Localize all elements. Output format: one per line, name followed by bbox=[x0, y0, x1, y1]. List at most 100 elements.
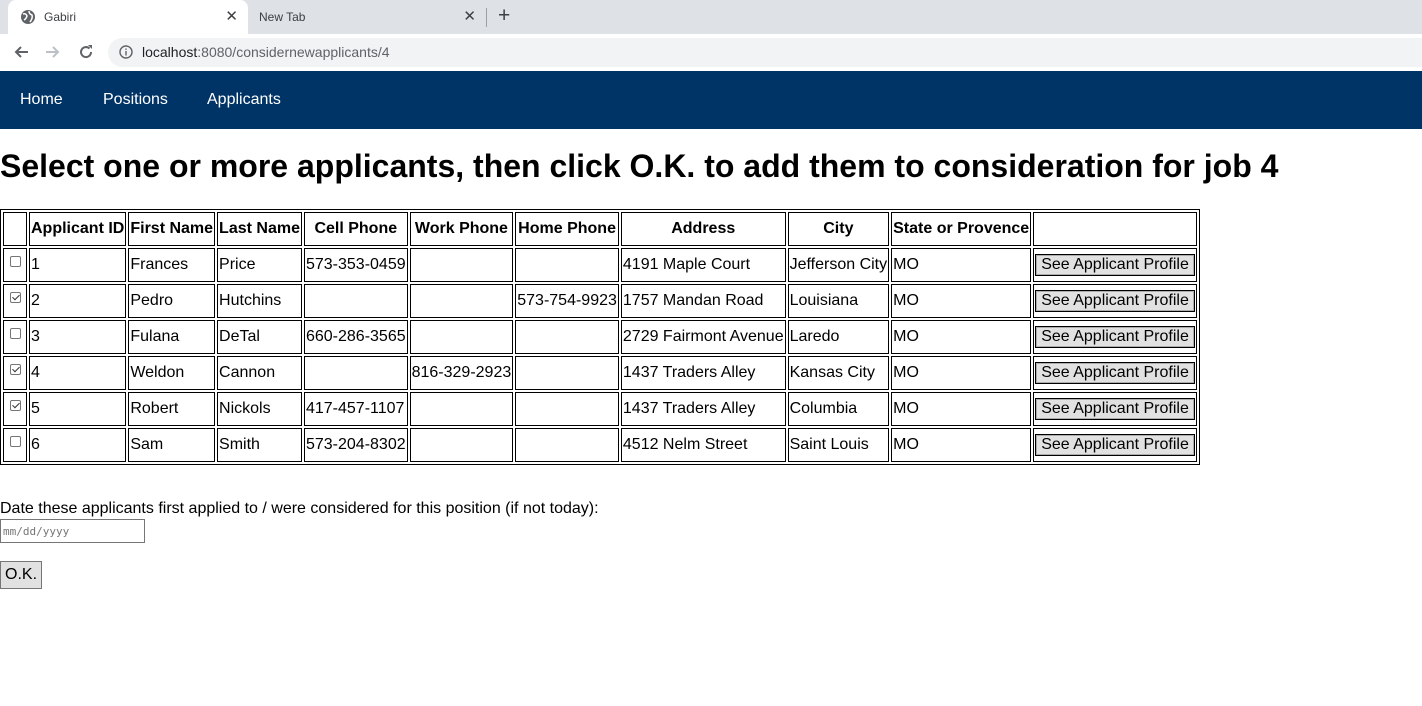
cell-city: Louisiana bbox=[787, 284, 890, 318]
cell-state: MO bbox=[891, 428, 1032, 462]
select-applicant-checkbox[interactable] bbox=[9, 292, 21, 303]
cell-last: Hutchins bbox=[217, 284, 302, 318]
cell-last: Smith bbox=[217, 428, 302, 462]
cell-home bbox=[515, 320, 619, 354]
cell-address: 1757 Mandan Road bbox=[620, 284, 786, 318]
cell-address: 4191 Maple Court bbox=[620, 248, 786, 282]
see-applicant-profile-button[interactable]: See Applicant Profile bbox=[1035, 362, 1195, 384]
table-row: 3 Fulana DeTal 660-286-3565 2729 Fairmont Av… bbox=[3, 320, 1197, 354]
action-cell: See Applicant Profile bbox=[1033, 392, 1197, 426]
cell-first: Frances bbox=[128, 248, 216, 282]
cell-city: Laredo bbox=[787, 320, 890, 354]
column-header bbox=[3, 212, 27, 246]
cell-address: 2729 Fairmont Avenue bbox=[620, 320, 786, 354]
select-applicant-checkbox[interactable] bbox=[9, 436, 21, 447]
back-arrow-icon[interactable] bbox=[10, 41, 32, 63]
cell-cell: 573-353-0459 bbox=[303, 248, 408, 282]
cell-city: Saint Louis bbox=[787, 428, 890, 462]
column-header: State or Provence bbox=[891, 212, 1032, 246]
cell-address: 4512 Nelm Street bbox=[620, 428, 786, 462]
cell-cell: 417-457-1107 bbox=[303, 392, 408, 426]
browser-tab-inactive[interactable]: New Tab ✕ bbox=[248, 0, 486, 34]
cell-id: 1 bbox=[29, 248, 127, 282]
cell-first: Pedro bbox=[128, 284, 216, 318]
see-applicant-profile-button[interactable]: See Applicant Profile bbox=[1035, 434, 1195, 456]
cell-first: Fulana bbox=[128, 320, 216, 354]
nav-home[interactable]: Home bbox=[20, 91, 63, 109]
page-title: Select one or more applicants, then clic… bbox=[0, 148, 1279, 184]
cell-work bbox=[409, 320, 514, 354]
browser-tab-active[interactable]: Gabiri ✕ bbox=[8, 0, 248, 34]
cell-first: Robert bbox=[128, 392, 216, 426]
table-row: 4 Weldon Cannon 816-329-2923 1437 Traders Al… bbox=[3, 356, 1197, 390]
date-input[interactable] bbox=[0, 519, 145, 543]
action-cell: See Applicant Profile bbox=[1033, 248, 1197, 282]
cell-state: MO bbox=[891, 356, 1032, 390]
select-cell bbox=[3, 248, 27, 282]
select-applicant-checkbox[interactable] bbox=[9, 328, 21, 339]
table-row: 1 Frances Price 573-353-0459 4191 Maple Cour… bbox=[3, 248, 1197, 282]
cell-home: 573-754-9923 bbox=[515, 284, 619, 318]
select-cell bbox=[3, 392, 27, 426]
cell-address: 1437 Traders Alley bbox=[620, 392, 786, 426]
table-row: 6 Sam Smith 573-204-8302 4512 Nelm Street Sai… bbox=[3, 428, 1197, 462]
browser-toolbar: localhost:8080/considernewapplicants/4 bbox=[0, 34, 1422, 72]
column-header: City bbox=[787, 212, 890, 246]
browser-tabstrip: Gabiri ✕ New Tab ✕ + bbox=[0, 0, 1422, 34]
url-path: :8080/considernewapplicants/4 bbox=[197, 44, 390, 60]
select-cell bbox=[3, 284, 27, 318]
cell-city: Columbia bbox=[787, 392, 890, 426]
close-tab-icon[interactable]: ✕ bbox=[225, 9, 238, 24]
info-icon[interactable] bbox=[119, 45, 133, 64]
cell-last: Nickols bbox=[217, 392, 302, 426]
column-header: Applicant ID bbox=[29, 212, 127, 246]
column-header bbox=[1033, 212, 1197, 246]
nav-applicants[interactable]: Applicants bbox=[207, 91, 281, 109]
column-header: Address bbox=[620, 212, 786, 246]
cell-home bbox=[515, 248, 619, 282]
cell-city: Kansas City bbox=[787, 356, 890, 390]
see-applicant-profile-button[interactable]: See Applicant Profile bbox=[1035, 254, 1195, 276]
see-applicant-profile-button[interactable]: See Applicant Profile bbox=[1035, 290, 1195, 312]
tab-title: Gabiri bbox=[44, 10, 77, 24]
cell-id: 6 bbox=[29, 428, 127, 462]
cell-last: DeTal bbox=[217, 320, 302, 354]
table-body: 1 Frances Price 573-353-0459 4191 Maple Cour… bbox=[3, 248, 1197, 462]
column-header: Cell Phone bbox=[303, 212, 408, 246]
site-nav: Home Positions Applicants bbox=[0, 71, 1422, 129]
see-applicant-profile-button[interactable]: See Applicant Profile bbox=[1035, 398, 1195, 420]
cell-state: MO bbox=[891, 248, 1032, 282]
cell-work bbox=[409, 248, 514, 282]
forward-arrow-icon[interactable] bbox=[42, 41, 64, 63]
select-applicant-checkbox[interactable] bbox=[9, 400, 21, 411]
date-label: Date these applicants first applied to /… bbox=[0, 500, 599, 517]
cell-first: Weldon bbox=[128, 356, 216, 390]
select-cell bbox=[3, 320, 27, 354]
reload-icon[interactable] bbox=[75, 41, 97, 63]
cell-home bbox=[515, 356, 619, 390]
select-applicant-checkbox[interactable] bbox=[9, 364, 21, 375]
select-applicant-checkbox[interactable] bbox=[9, 256, 21, 267]
cell-first: Sam bbox=[128, 428, 216, 462]
select-cell bbox=[3, 356, 27, 390]
see-applicant-profile-button[interactable]: See Applicant Profile bbox=[1035, 326, 1195, 348]
url-text: localhost:8080/considernewapplicants/4 bbox=[142, 44, 390, 60]
cell-id: 4 bbox=[29, 356, 127, 390]
globe-icon bbox=[20, 9, 36, 25]
cell-cell bbox=[303, 284, 408, 318]
column-header: Last Name bbox=[217, 212, 302, 246]
applicants-table: Applicant ID First Name Last Name Cell Phon… bbox=[0, 209, 1200, 465]
close-tab-icon[interactable]: ✕ bbox=[463, 9, 476, 24]
action-cell: See Applicant Profile bbox=[1033, 320, 1197, 354]
url-host: localhost bbox=[142, 44, 198, 60]
cell-work bbox=[409, 284, 514, 318]
tab-divider bbox=[486, 8, 487, 27]
cell-work bbox=[409, 392, 514, 426]
table-header-row: Applicant ID First Name Last Name Cell Phon… bbox=[3, 212, 1197, 246]
cell-cell: 573-204-8302 bbox=[303, 428, 408, 462]
cell-work bbox=[409, 428, 514, 462]
nav-positions[interactable]: Positions bbox=[103, 91, 168, 109]
address-bar[interactable]: localhost:8080/considernewapplicants/4 bbox=[108, 38, 1422, 67]
ok-button[interactable]: O.K. bbox=[0, 561, 43, 589]
new-tab-plus-icon[interactable]: + bbox=[498, 5, 510, 27]
